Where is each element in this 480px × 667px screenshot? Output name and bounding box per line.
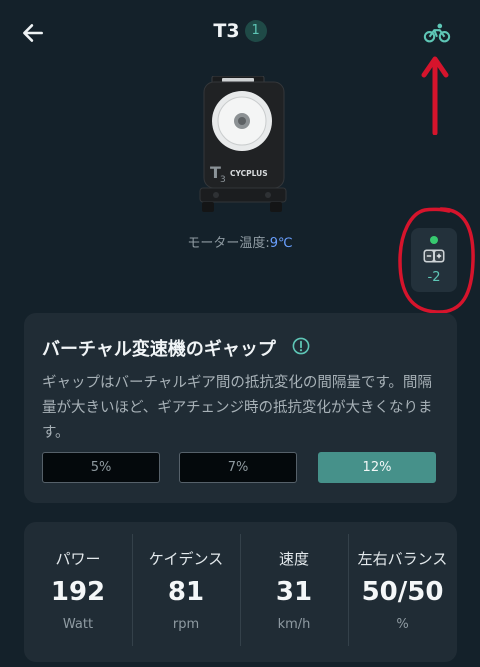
- ride-stats-card: パワー 192 Watt ケイデンス 81 rpm 速度 31 km/h 左右バ…: [24, 522, 457, 662]
- title-group: T3 1: [0, 20, 480, 42]
- stat-value: 81: [167, 577, 205, 607]
- annotation-circle: [398, 207, 475, 314]
- stat-value: 31: [275, 577, 313, 607]
- temperature-value: 9℃: [269, 236, 293, 251]
- stat-cadence: ケイデンス 81 rpm: [132, 522, 240, 662]
- stat-unit: rpm: [172, 617, 200, 632]
- svg-text:CYCPLUS: CYCPLUS: [230, 169, 268, 178]
- gap-option-5[interactable]: 5%: [42, 452, 160, 483]
- stat-label: パワー: [55, 550, 101, 568]
- gear-gap-card: バーチャル変速機のギャップ ギャップはバーチャルギア間の抵抗変化の間隔量です。間…: [24, 313, 457, 503]
- gap-option-12[interactable]: 12%: [318, 452, 436, 483]
- stat-value: 50/50: [361, 577, 444, 607]
- page-title: T3: [213, 20, 240, 42]
- stat-unit: Watt: [62, 617, 94, 632]
- stat-unit: km/h: [277, 617, 311, 632]
- gear-gap-description: ギャップはバーチャルギア間の抵抗変化の間隔量です。間隔量が大きいほど、ギアチェン…: [42, 375, 433, 441]
- annotation-arrow: [421, 56, 449, 135]
- stat-unit: %: [396, 617, 409, 632]
- stat-power: パワー 192 Watt: [24, 522, 132, 662]
- svg-text:3: 3: [220, 175, 226, 185]
- stat-balance: 左右バランス 50/50 %: [348, 522, 457, 662]
- info-icon[interactable]: [292, 337, 310, 355]
- stat-label: ケイデンス: [148, 550, 224, 568]
- stat-label: 速度: [278, 550, 309, 568]
- trainer-device-image: T 3 CYCPLUS: [199, 76, 287, 212]
- temperature-label: モーター温度:: [187, 236, 270, 251]
- stat-speed: 速度 31 km/h: [240, 522, 348, 662]
- stat-label: 左右バランス: [357, 550, 448, 568]
- app-header: T3 1: [0, 0, 480, 70]
- device-count-badge: 1: [244, 20, 267, 42]
- stat-value: 192: [50, 577, 106, 607]
- bike-icon[interactable]: [423, 22, 451, 44]
- gap-option-7[interactable]: 7%: [179, 452, 297, 483]
- gear-gap-title: バーチャル変速機のギャップ: [42, 339, 276, 360]
